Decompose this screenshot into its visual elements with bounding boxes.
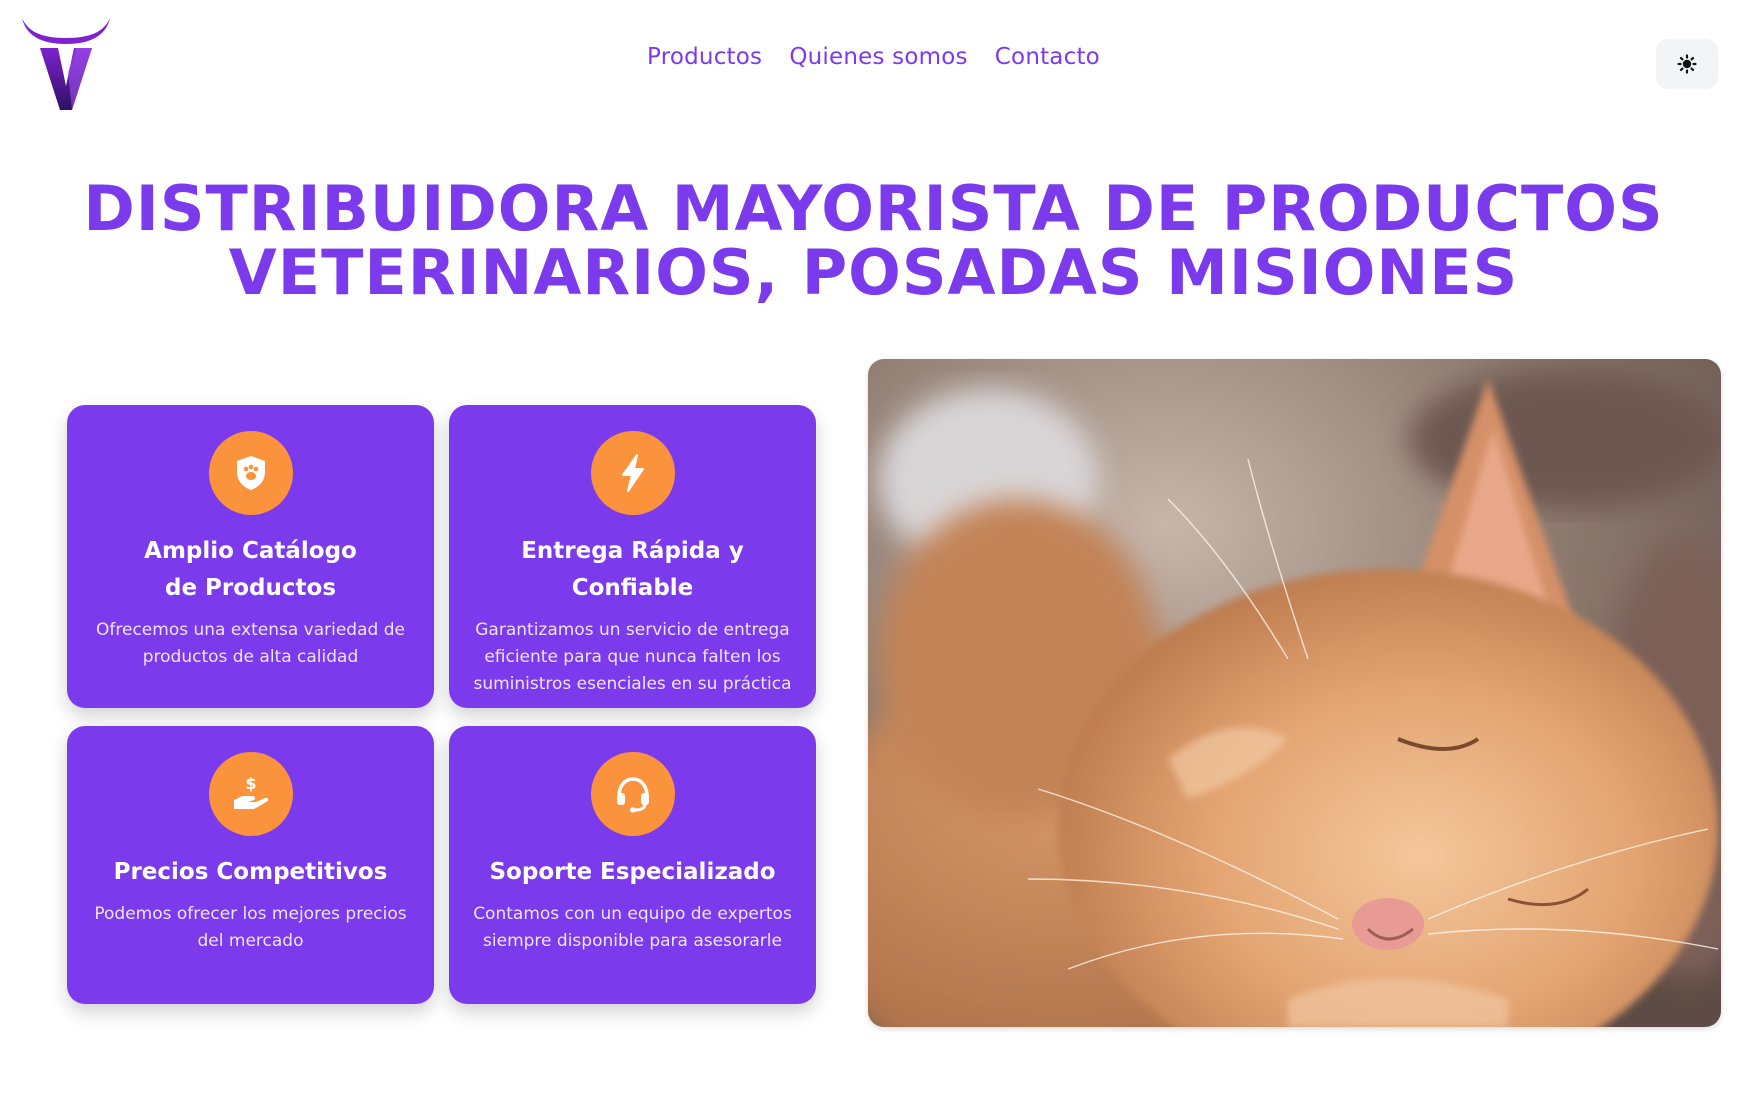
landing-page: Productos Quienes somos Contacto DISTRIB… bbox=[0, 0, 1747, 1102]
feature-card-delivery: Entrega Rápida y Confiable Garantizamos … bbox=[449, 405, 816, 708]
nav-contacto[interactable]: Contacto bbox=[995, 44, 1100, 70]
feature-description: Podemos ofrecer los mejores precios del … bbox=[94, 904, 407, 951]
nav-quienes-somos[interactable]: Quienes somos bbox=[789, 44, 967, 70]
svg-text:$: $ bbox=[245, 774, 256, 793]
main-nav: Productos Quienes somos Contacto bbox=[0, 44, 1747, 70]
feature-card-support: Soporte Especializado Contamos con un eq… bbox=[449, 726, 816, 1004]
feature-title: Soporte Especializado bbox=[489, 859, 776, 885]
nav-productos[interactable]: Productos bbox=[647, 44, 762, 70]
page-title: DISTRIBUIDORA MAYORISTA DE PRODUCTOS VET… bbox=[0, 177, 1747, 305]
feature-title-line-1: Amplio Catálogo bbox=[144, 538, 357, 564]
headset-icon bbox=[590, 752, 675, 836]
feature-description: Contamos con un equipo de expertos siemp… bbox=[473, 904, 792, 951]
feature-title: Entrega Rápida y Confiable bbox=[521, 538, 744, 601]
feature-title: Precios Competitivos bbox=[113, 859, 388, 885]
feature-card-prices: $ Precios Competitivos Podemos ofrecer l… bbox=[67, 726, 434, 1004]
feature-card-catalog: Amplio Catálogo de Productos Ofrecemos u… bbox=[67, 405, 434, 708]
feature-description: Garantizamos un servicio de entrega efic… bbox=[473, 620, 792, 694]
feature-title-line-2: de Productos bbox=[164, 575, 337, 601]
hero-image bbox=[868, 359, 1721, 1027]
sleeping-cat-photo bbox=[868, 359, 1721, 1027]
sun-icon bbox=[1677, 54, 1697, 74]
features-grid: Amplio Catálogo de Productos Ofrecemos u… bbox=[67, 405, 817, 1005]
shield-paw-icon bbox=[208, 431, 293, 515]
theme-toggle-button[interactable] bbox=[1656, 39, 1718, 89]
feature-title: Amplio Catálogo de Productos bbox=[89, 533, 412, 607]
lightning-icon bbox=[590, 431, 675, 515]
feature-description: Ofrecemos una extensa variedad de produc… bbox=[96, 620, 405, 667]
title-line-2: VETERINARIOS, POSADAS MISIONES bbox=[228, 236, 1519, 309]
title-line-1: DISTRIBUIDORA MAYORISTA DE PRODUCTOS bbox=[83, 172, 1664, 245]
hand-coin-icon: $ bbox=[208, 752, 293, 836]
